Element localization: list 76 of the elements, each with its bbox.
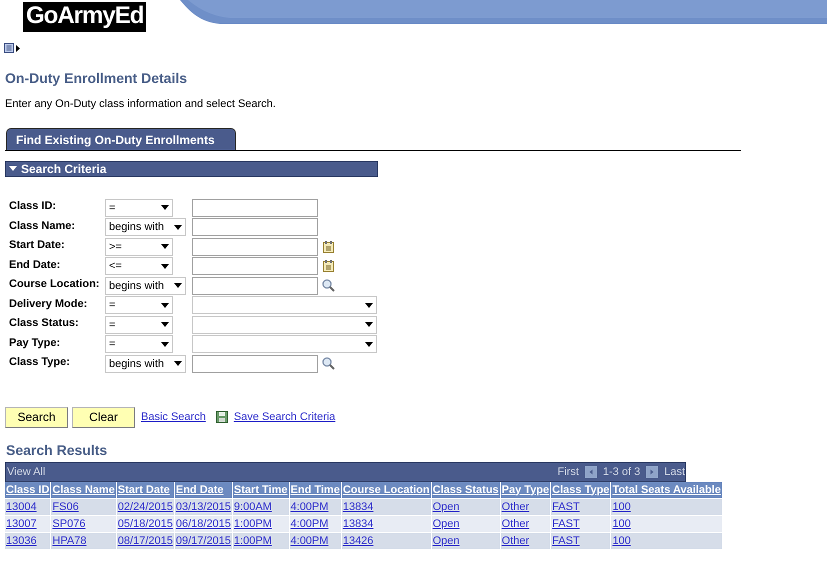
caret-icon [161, 342, 169, 347]
section-header[interactable]: Search Criteria [5, 161, 378, 177]
value-field[interactable] [192, 218, 318, 236]
field-label: Class Name: [9, 218, 76, 234]
field-label: Class Status: [9, 316, 80, 331]
column-header[interactable]: Class ID [5, 482, 50, 498]
column-header[interactable]: Start Time [232, 482, 289, 498]
caret-icon [365, 322, 373, 328]
value-dropdown[interactable] [192, 316, 377, 334]
search-icon[interactable] [322, 279, 335, 292]
tab[interactable]: Find Existing On-Duty Enrollments [6, 128, 236, 150]
operator-dropdown[interactable]: >= [105, 238, 173, 256]
field-label: Class Type: [9, 355, 71, 370]
field-label: Pay Type: [9, 336, 62, 350]
next-icon[interactable] [646, 466, 658, 478]
save-icon[interactable] [216, 411, 228, 423]
column-header[interactable]: End Date [174, 482, 232, 498]
value-field[interactable] [192, 354, 318, 373]
previous-icon[interactable] [584, 466, 597, 478]
column-header[interactable]: End Time [290, 482, 341, 498]
last-link[interactable]: Last [664, 466, 685, 478]
caret-icon [365, 342, 373, 347]
column-header[interactable]: Course Location [342, 482, 431, 498]
value-field[interactable] [192, 257, 318, 276]
view-all-link[interactable]: View All [7, 466, 46, 478]
clear-button[interactable]: Clear [72, 406, 135, 428]
operator-dropdown[interactable]: begins with [105, 218, 186, 236]
caret-icon [161, 205, 169, 210]
operator-dropdown[interactable]: begins with [105, 354, 186, 373]
value-field[interactable] [192, 276, 318, 295]
operator-dropdown[interactable]: begins with [105, 276, 186, 295]
value-field[interactable] [192, 238, 318, 256]
search-icon[interactable] [322, 357, 335, 370]
caret-icon [161, 322, 169, 328]
column-header[interactable]: Class Name [51, 482, 116, 498]
column-header[interactable]: Pay Type [500, 482, 550, 498]
expand-arrow-icon[interactable] [16, 44, 20, 52]
field-label: Class ID: [9, 199, 58, 214]
collapse-arrow-icon[interactable] [9, 166, 17, 172]
link[interactable]: Save Search Criteria [234, 411, 336, 423]
field-label: Course Location: [9, 277, 100, 292]
caret-icon [174, 361, 182, 366]
caret-icon [365, 302, 373, 308]
calendar-icon[interactable] [323, 240, 334, 253]
caret-icon [161, 264, 169, 269]
operator-dropdown[interactable]: = [105, 296, 173, 314]
cell-link[interactable]: 100 [612, 518, 631, 530]
operator-dropdown[interactable]: <= [105, 257, 173, 276]
caret-icon [174, 283, 182, 288]
column-header[interactable]: Start Date [116, 482, 174, 498]
column-header[interactable]: Class Type [551, 482, 610, 498]
row-range: 1-3 of 3 [602, 466, 640, 478]
cell-link[interactable]: 100 [612, 500, 631, 512]
value-field[interactable] [192, 198, 318, 217]
caret-icon [174, 224, 182, 230]
instructions: Enter any On-Duty class information and select Search. [5, 98, 277, 110]
link[interactable]: Basic Search [141, 411, 206, 423]
operator-dropdown[interactable]: = [105, 335, 173, 354]
results-title: Search Results [6, 442, 108, 458]
operator-dropdown[interactable]: = [105, 316, 173, 334]
field-label: End Date: [9, 258, 62, 272]
field-label: Delivery Mode: [9, 296, 88, 312]
cell-link[interactable]: 100 [612, 534, 631, 546]
logo: GoArmyEd [23, 2, 146, 32]
caret-icon [161, 302, 169, 308]
field-label: Start Date: [9, 238, 66, 253]
column-header[interactable]: Class Status [432, 482, 500, 498]
page-title: On-Duty Enrollment Details [5, 70, 188, 86]
caret-icon [161, 244, 169, 250]
first-link[interactable]: First [558, 466, 579, 478]
calendar-icon[interactable] [323, 260, 334, 272]
section-title: Search Criteria [21, 162, 106, 176]
column-header[interactable]: Total Seats Available [611, 482, 722, 498]
menu-icon[interactable] [4, 43, 14, 53]
search-button[interactable]: Search [5, 406, 68, 428]
operator-dropdown[interactable]: = [105, 198, 173, 217]
